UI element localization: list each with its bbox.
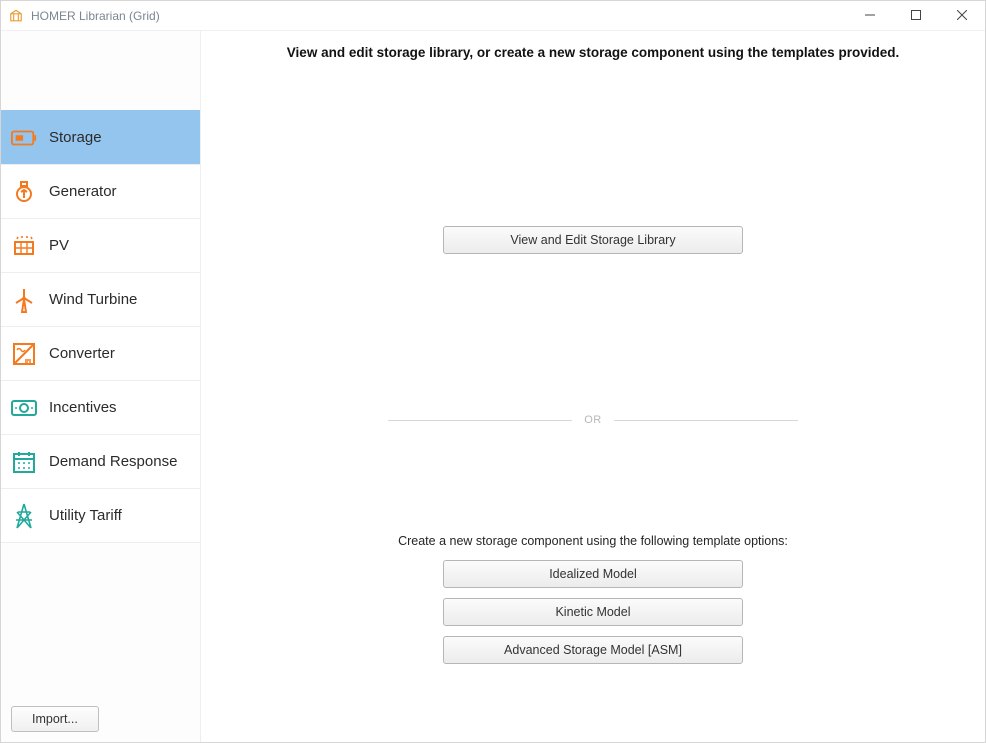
sidebar-list: Storage Generator (1, 111, 200, 696)
sidebar-item-label: Storage (49, 129, 102, 146)
window-title: HOMER Librarian (Grid) (31, 9, 160, 23)
body: Storage Generator (1, 31, 985, 742)
divider-line-left (388, 420, 572, 421)
close-icon (957, 8, 967, 23)
sidebar-item-wind[interactable]: Wind Turbine (1, 272, 200, 327)
sidebar-item-generator[interactable]: Generator (1, 164, 200, 219)
sidebar-spacer (1, 31, 200, 111)
view-edit-library-button[interactable]: View and Edit Storage Library (443, 226, 743, 254)
sidebar-item-label: PV (49, 237, 69, 254)
sidebar-item-label: Demand Response (49, 453, 177, 470)
battery-icon (11, 125, 37, 151)
generator-icon (11, 179, 37, 205)
tower-icon (11, 503, 37, 529)
window-controls (847, 1, 985, 30)
sidebar-item-label: Wind Turbine (49, 291, 137, 308)
titlebar-left: HOMER Librarian (Grid) (9, 8, 160, 24)
calendar-icon (11, 449, 37, 475)
sidebar-item-label: Incentives (49, 399, 117, 416)
wind-icon (11, 287, 37, 313)
minimize-button[interactable] (847, 1, 893, 30)
sidebar-item-demand-response[interactable]: Demand Response (1, 434, 200, 489)
or-divider: OR (388, 414, 798, 426)
close-button[interactable] (939, 1, 985, 30)
template-prompt: Create a new storage component using the… (398, 534, 788, 548)
template-button-kinetic[interactable]: Kinetic Model (443, 598, 743, 626)
app-icon (9, 8, 25, 24)
template-button-idealized[interactable]: Idealized Model (443, 560, 743, 588)
or-label: OR (584, 414, 602, 426)
main-panel: View and edit storage library, or create… (201, 31, 985, 742)
maximize-icon (911, 8, 921, 23)
sidebar-item-label: Generator (49, 183, 117, 200)
pv-icon (11, 233, 37, 259)
sidebar-footer: Import... (1, 696, 200, 742)
maximize-button[interactable] (893, 1, 939, 30)
sidebar-item-utility-tariff[interactable]: Utility Tariff (1, 488, 200, 543)
template-button-asm[interactable]: Advanced Storage Model [ASM] (443, 636, 743, 664)
money-icon (11, 395, 37, 421)
minimize-icon (865, 8, 875, 23)
divider-line-right (614, 420, 798, 421)
app-window: HOMER Librarian (Grid) (0, 0, 986, 743)
sidebar-item-incentives[interactable]: Incentives (1, 380, 200, 435)
sidebar-item-pv[interactable]: PV (1, 218, 200, 273)
converter-icon (11, 341, 37, 367)
sidebar-item-converter[interactable]: Converter (1, 326, 200, 381)
sidebar-item-label: Converter (49, 345, 115, 362)
sidebar-item-label: Utility Tariff (49, 507, 122, 524)
sidebar: Storage Generator (1, 31, 201, 742)
intro-text: View and edit storage library, or create… (201, 45, 985, 60)
sidebar-item-storage[interactable]: Storage (1, 110, 200, 165)
template-section: Create a new storage component using the… (398, 534, 788, 664)
view-edit-region: View and Edit Storage Library (443, 226, 743, 254)
import-button[interactable]: Import... (11, 706, 99, 732)
titlebar: HOMER Librarian (Grid) (1, 1, 985, 31)
